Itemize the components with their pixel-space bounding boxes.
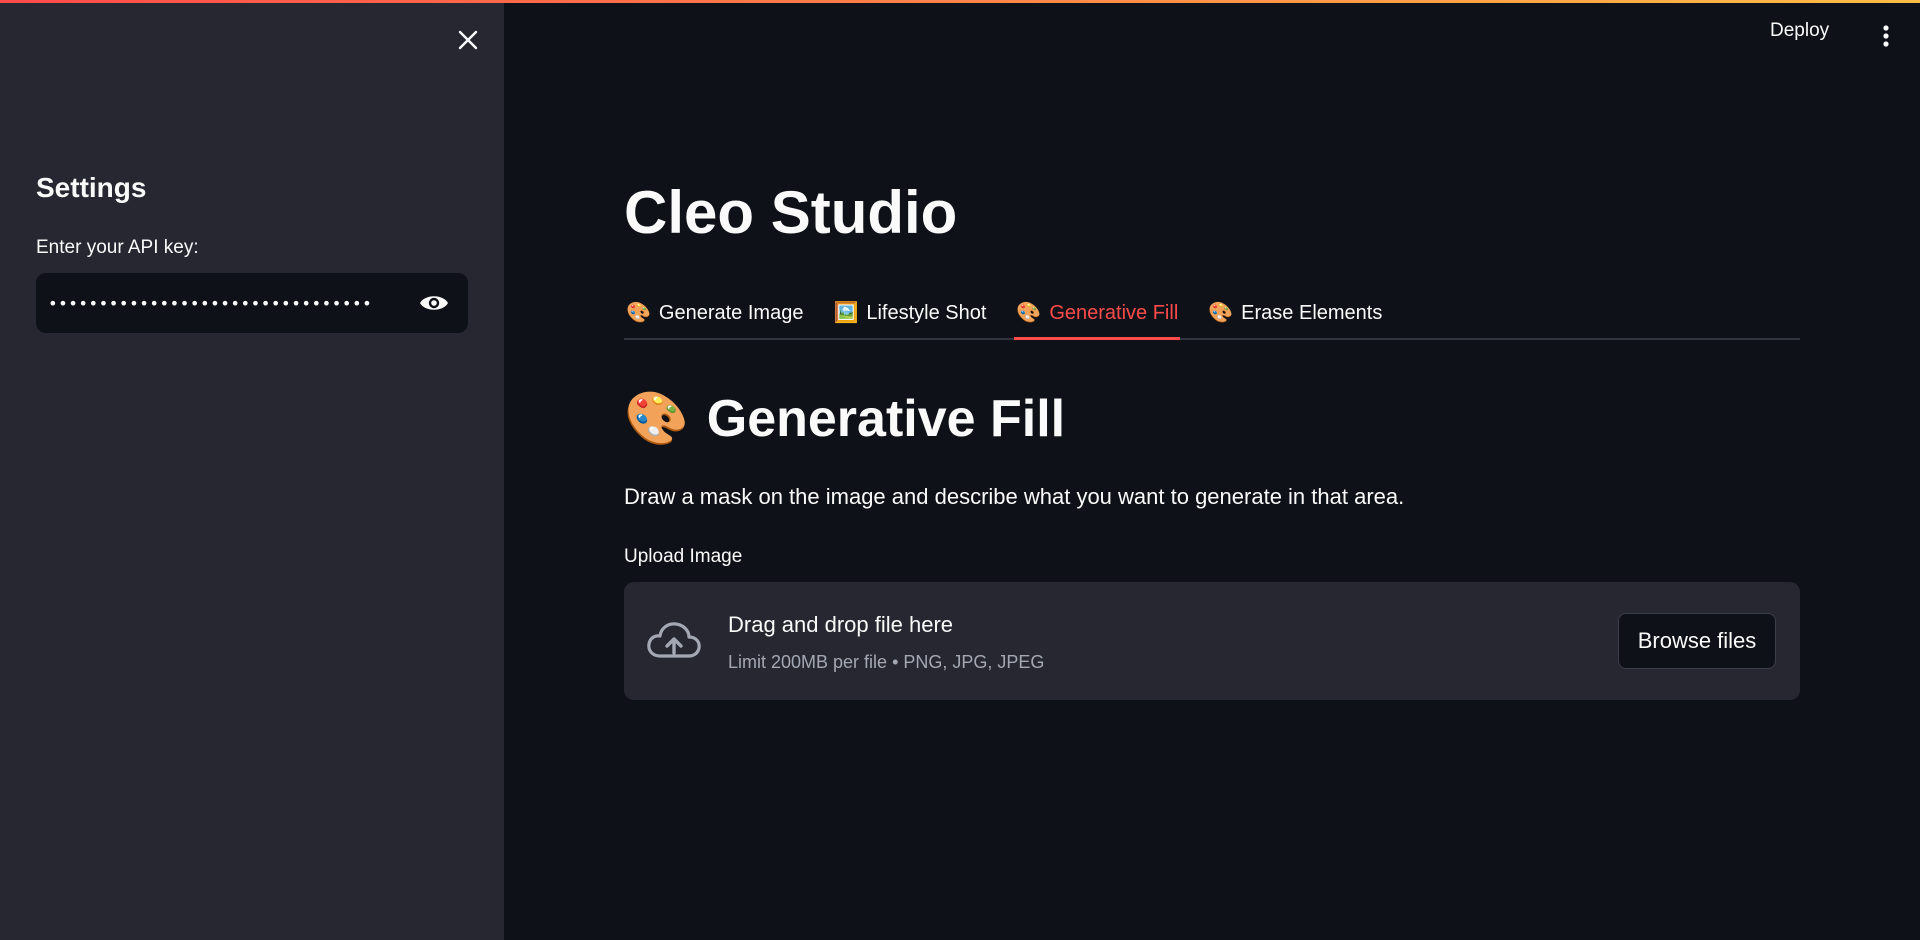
section-title: Generative Fill <box>706 389 1066 448</box>
tab-generate-image[interactable]: 🎨 Generate Image <box>624 288 805 338</box>
drop-title: Drag and drop file here <box>728 612 954 637</box>
sidebar-title: Settings <box>36 172 147 203</box>
section-heading: 🎨 Generative Fill <box>624 388 1065 449</box>
show-password-button[interactable] <box>416 285 452 321</box>
palette-icon: 🎨 <box>624 390 689 448</box>
close-sidebar-button[interactable] <box>452 24 484 56</box>
main-menu-button[interactable] <box>1876 18 1896 54</box>
api-key-input[interactable] <box>48 293 388 313</box>
cloud-upload-icon <box>647 622 701 658</box>
more-vertical-icon <box>1883 25 1889 47</box>
top-decoration-bar <box>0 0 1920 3</box>
eye-icon <box>420 296 448 310</box>
browse-files-button[interactable]: Browse files <box>1618 613 1776 669</box>
tab-label: Generative Fill <box>1049 301 1179 324</box>
app-title: Cleo Studio <box>624 179 958 246</box>
close-icon <box>458 30 478 50</box>
tab-label: Lifestyle Shot <box>866 301 987 324</box>
palette-icon: 🎨 <box>1016 302 1042 324</box>
tab-bar: 🎨 Generate Image 🖼️ Lifestyle Shot 🎨 Gen… <box>624 288 1800 340</box>
tab-label: Erase Elements <box>1241 301 1383 324</box>
tab-label: Generate Image <box>658 301 804 324</box>
tab-lifestyle-shot[interactable]: 🖼️ Lifestyle Shot <box>831 288 988 338</box>
deploy-button[interactable]: Deploy <box>1770 20 1829 42</box>
api-key-label: Enter your API key: <box>36 237 199 258</box>
palette-icon: 🎨 <box>626 302 651 324</box>
section-description: Draw a mask on the image and describe wh… <box>624 484 1405 509</box>
sidebar: Settings Enter your API key: <box>0 0 504 940</box>
tab-generative-fill[interactable]: 🎨 Generative Fill <box>1014 288 1181 340</box>
file-dropzone[interactable]: Drag and drop file here Limit 200MB per … <box>624 582 1800 700</box>
api-key-field <box>36 273 468 333</box>
tab-erase-elements[interactable]: 🎨 Erase Elements <box>1206 288 1384 338</box>
framed-picture-icon: 🖼️ <box>833 302 859 324</box>
upload-image-label: Upload Image <box>624 546 743 567</box>
file-limit-text: Limit 200MB per file • PNG, JPG, JPEG <box>728 652 1045 672</box>
palette-icon: 🎨 <box>1208 302 1234 324</box>
